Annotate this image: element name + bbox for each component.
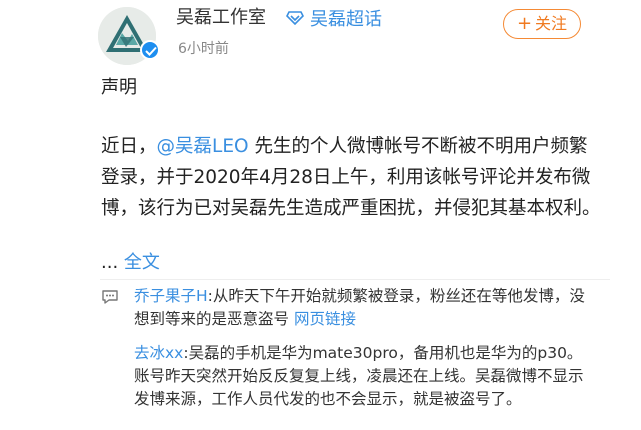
comment-item: 去冰xx:吴磊的手机是华为mate30pro，备用机也是华为的p30。账号昨天突… bbox=[134, 342, 596, 411]
comment-icon bbox=[102, 290, 118, 304]
more-row: ... 全文 bbox=[101, 248, 160, 274]
comment-text: :吴磊的手机是华为mate30pro，备用机也是华为的p30。账号昨天突然开始反… bbox=[134, 344, 584, 408]
web-link[interactable]: 网页链接 bbox=[294, 310, 356, 328]
full-text-link[interactable]: 全文 bbox=[124, 252, 160, 273]
comment-user[interactable]: 去冰xx bbox=[134, 344, 183, 362]
comment-user[interactable]: 乔子果子H bbox=[134, 287, 208, 305]
follow-button[interactable]: + 关注 bbox=[503, 9, 581, 39]
comment-item: 乔子果子H:从昨天下午开始就频繁被登录，粉丝还在等他发博，没想到等来的是恶意盗号… bbox=[134, 285, 596, 331]
supertopic-link[interactable]: 吴磊超话 bbox=[286, 7, 382, 30]
ellipsis: ... bbox=[101, 252, 124, 273]
divider bbox=[100, 279, 610, 280]
body-prefix: 近日， bbox=[101, 136, 157, 157]
diamond-icon bbox=[286, 11, 304, 25]
mention-link[interactable]: @吴磊LEO bbox=[157, 136, 249, 157]
follow-label: 关注 bbox=[535, 14, 568, 33]
post-heading: 声明 bbox=[101, 77, 137, 98]
post-time: 6小时前 bbox=[178, 41, 229, 57]
plus-icon: + bbox=[516, 13, 533, 34]
post-body: 近日，@吴磊LEO 先生的个人微博帐号不断被不明用户频繁登录，并于2020年4月… bbox=[101, 131, 601, 224]
supertopic-label: 吴磊超话 bbox=[310, 9, 382, 30]
author-name[interactable]: 吴磊工作室 bbox=[176, 7, 266, 29]
verified-badge-icon bbox=[140, 40, 160, 60]
